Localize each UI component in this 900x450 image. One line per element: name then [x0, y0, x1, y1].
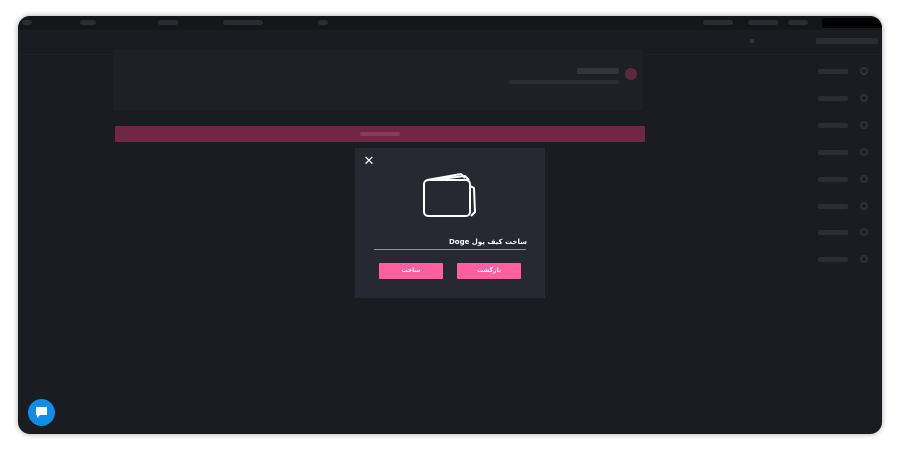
history-icon: [860, 175, 868, 183]
sidebar-item[interactable]: [808, 174, 868, 184]
close-button[interactable]: ✕: [363, 155, 375, 168]
gift-icon: [860, 202, 868, 210]
wallet-nav-icon: [860, 94, 868, 102]
sidebar-item[interactable]: [808, 227, 868, 237]
chat-bubble-icon: [36, 407, 47, 418]
wallet-icon: [423, 173, 476, 217]
top-bar: [18, 16, 882, 30]
sidebar-item[interactable]: [808, 66, 868, 76]
sidebar-item[interactable]: [808, 254, 868, 264]
divider: [374, 249, 526, 250]
create-wallet-bar[interactable]: [115, 126, 645, 142]
settings-icon: [860, 228, 868, 236]
top-bar-badge: [822, 18, 882, 28]
back-button[interactable]: بازگشت: [457, 263, 521, 279]
sidebar-item[interactable]: [808, 201, 868, 211]
exchange-icon: [860, 121, 868, 129]
orders-icon: [860, 148, 868, 156]
modal-title: ساخت کیف پول Doge: [448, 238, 527, 246]
coin-avatar: [625, 68, 637, 80]
app-window: ✕ ساخت کیف پول Doge ساخت بازگشت: [18, 16, 882, 434]
home-icon: [860, 67, 868, 75]
wallet-card: [113, 50, 643, 110]
logout-icon: [860, 255, 868, 263]
create-wallet-modal: ✕ ساخت کیف پول Doge ساخت بازگشت: [355, 148, 545, 298]
create-button[interactable]: ساخت: [379, 263, 443, 279]
sidebar-item[interactable]: [808, 120, 868, 130]
sidebar-item[interactable]: [808, 93, 868, 103]
sidebar-item[interactable]: [808, 147, 868, 157]
chat-button[interactable]: [28, 399, 55, 426]
